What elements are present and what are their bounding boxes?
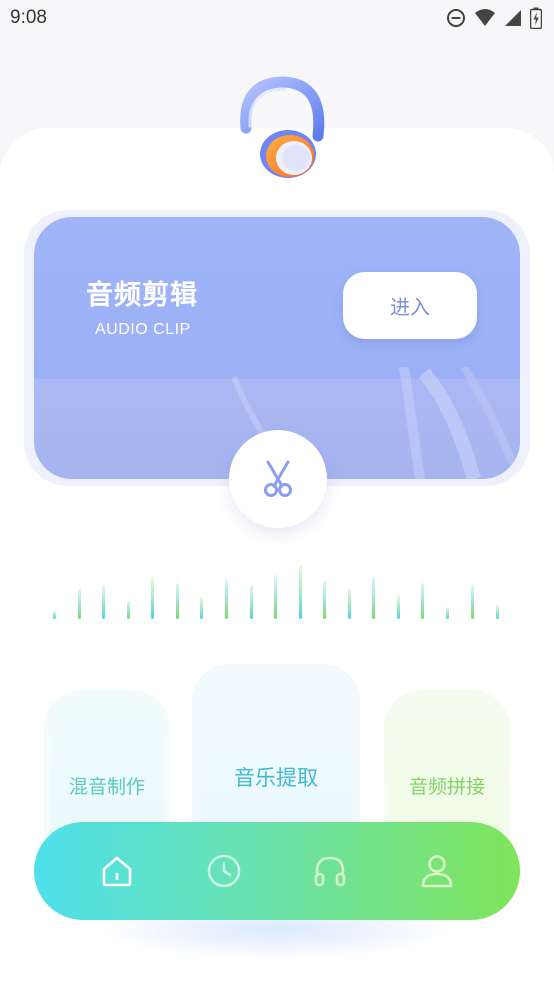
wifi-icon: [475, 9, 495, 26]
tab-history[interactable]: [194, 841, 254, 901]
waveform-bar: [299, 565, 302, 619]
waveform-bar: [471, 585, 474, 619]
waveform-bar: [127, 601, 130, 619]
status-bar: 9:08: [0, 0, 554, 36]
waveform-bar: [102, 585, 105, 619]
waveform-bar: [372, 577, 375, 619]
user-icon: [421, 855, 453, 888]
waveform-bar: [225, 579, 228, 619]
bottom-tab-bar: [34, 822, 520, 920]
waveform-bar: [151, 577, 154, 619]
tab-listen[interactable]: [300, 841, 360, 901]
scissors-button[interactable]: [229, 430, 327, 528]
waveform-bar: [421, 583, 424, 619]
waveform-bar: [78, 589, 81, 619]
headphone-icon: [240, 76, 325, 178]
waveform-bar: [348, 589, 351, 619]
waveform: [53, 565, 499, 619]
audio-join-label: 音频拼接: [408, 777, 485, 798]
signal-icon: [505, 10, 521, 26]
scissors-icon: [264, 460, 292, 497]
headphones-icon: [314, 856, 346, 887]
waveform-bar: [323, 581, 326, 619]
waveform-bar: [274, 575, 277, 619]
home-icon: [102, 856, 132, 887]
waveform-bar: [446, 607, 449, 619]
hero-title: 音频剪辑: [86, 280, 198, 310]
waveform-bars: [53, 565, 499, 619]
enter-button[interactable]: 进入: [343, 272, 477, 339]
waveform-bar: [53, 611, 56, 619]
clock-icon: [207, 854, 241, 888]
waveform-bar: [397, 595, 400, 619]
music-extract-label: 音乐提取: [234, 767, 318, 790]
do-not-disturb-icon: [447, 9, 465, 27]
hero-subtitle: AUDIO CLIP: [95, 321, 191, 338]
tab-profile[interactable]: [407, 841, 467, 901]
tab-home[interactable]: [87, 841, 147, 901]
battery-charging-icon: [530, 7, 542, 29]
waveform-bar: [200, 597, 203, 619]
waveform-bar: [496, 605, 499, 619]
waveform-bar: [250, 585, 253, 619]
waveform-bar: [176, 583, 179, 619]
status-icons: [446, 7, 542, 29]
status-time: 9:08: [10, 7, 47, 28]
mix-production-label: 混音制作: [68, 777, 145, 798]
